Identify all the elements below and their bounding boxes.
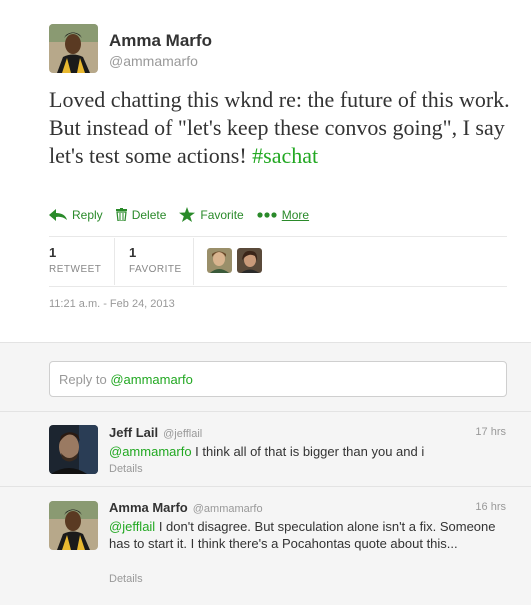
reply-prefix: Reply to xyxy=(59,372,111,387)
reply-time[interactable]: 16 hrs xyxy=(475,501,506,513)
delete-label: Delete xyxy=(131,207,167,222)
replies-section: Reply to @ammamarfo Jeff Lail @jefflail 1… xyxy=(0,342,531,605)
reply-tweet[interactable]: Jeff Lail @jefflail 17 hrs @ammamarfo I t… xyxy=(0,411,531,486)
retweet-count: 1 xyxy=(49,245,57,260)
avatar[interactable] xyxy=(49,425,98,474)
author-name[interactable]: Amma Marfo xyxy=(109,31,212,51)
reply-author-name: Amma Marfo xyxy=(109,500,188,515)
tweet-detail: Amma Marfo @ammamarfo Loved chatting thi… xyxy=(0,0,531,342)
reply-text: @ammamarfo I think all of that is bigger… xyxy=(109,443,509,460)
avatar[interactable] xyxy=(49,501,98,550)
reply-author-handle: @ammamarfo xyxy=(192,503,263,515)
details-link[interactable]: Details xyxy=(109,463,143,475)
more-dots-icon xyxy=(257,211,277,218)
reply-author-name: Jeff Lail xyxy=(109,425,159,440)
reply-text: @jefflail I don't disagree. But speculat… xyxy=(109,518,509,552)
reply-body: I think all of that is bigger than you a… xyxy=(191,444,425,459)
tweet-timestamp[interactable]: 11:21 a.m. - Feb 24, 2013 xyxy=(49,298,175,310)
reply-author[interactable]: Jeff Lail @jefflail xyxy=(109,425,202,440)
stat-divider xyxy=(193,238,194,285)
star-icon xyxy=(179,207,196,222)
stat-divider xyxy=(114,238,115,285)
reply-label: Reply xyxy=(72,207,103,222)
divider xyxy=(49,236,507,237)
tweet-actions: Reply Delete Favorite More xyxy=(49,207,322,222)
mention-link[interactable]: @ammamarfo xyxy=(109,444,192,459)
reply-author[interactable]: Amma Marfo @ammamarfo xyxy=(109,500,263,515)
retweet-stat[interactable]: 1 RETWEET xyxy=(49,245,101,275)
trash-icon xyxy=(115,208,127,221)
divider xyxy=(49,286,507,287)
reply-tweet[interactable]: Amma Marfo @ammamarfo 16 hrs @jefflail I … xyxy=(0,486,531,598)
reply-body: I don't disagree. But speculation alone … xyxy=(109,519,496,551)
reply-button[interactable]: Reply xyxy=(49,208,103,222)
reply-icon xyxy=(49,208,67,221)
reply-author-handle: @jefflail xyxy=(163,428,203,440)
favorite-label: Favorite xyxy=(200,207,244,222)
author-handle[interactable]: @ammamarfo xyxy=(109,53,198,69)
favoriter-avatar[interactable] xyxy=(207,248,232,273)
details-link[interactable]: Details xyxy=(109,573,143,585)
tweet-text: Loved chatting this wknd re: the future … xyxy=(49,86,519,170)
reply-time[interactable]: 17 hrs xyxy=(475,426,506,438)
favorite-stat[interactable]: 1 FAVORITE xyxy=(129,245,182,275)
favorite-count: 1 xyxy=(129,245,137,260)
favorite-count-label: FAVORITE xyxy=(129,264,182,275)
favoriter-avatar[interactable] xyxy=(237,248,262,273)
avatar[interactable] xyxy=(49,24,98,73)
favorite-button[interactable]: Favorite xyxy=(179,207,244,222)
hashtag-link[interactable]: #sachat xyxy=(252,143,318,168)
more-button[interactable]: More xyxy=(257,208,309,222)
mention-link[interactable]: @jefflail xyxy=(109,519,155,534)
retweet-label: RETWEET xyxy=(49,264,102,275)
reply-input[interactable]: Reply to @ammamarfo xyxy=(49,361,507,397)
delete-button[interactable]: Delete xyxy=(115,207,167,222)
more-label: More xyxy=(281,207,310,222)
reply-mention: @ammamarfo xyxy=(110,372,193,387)
